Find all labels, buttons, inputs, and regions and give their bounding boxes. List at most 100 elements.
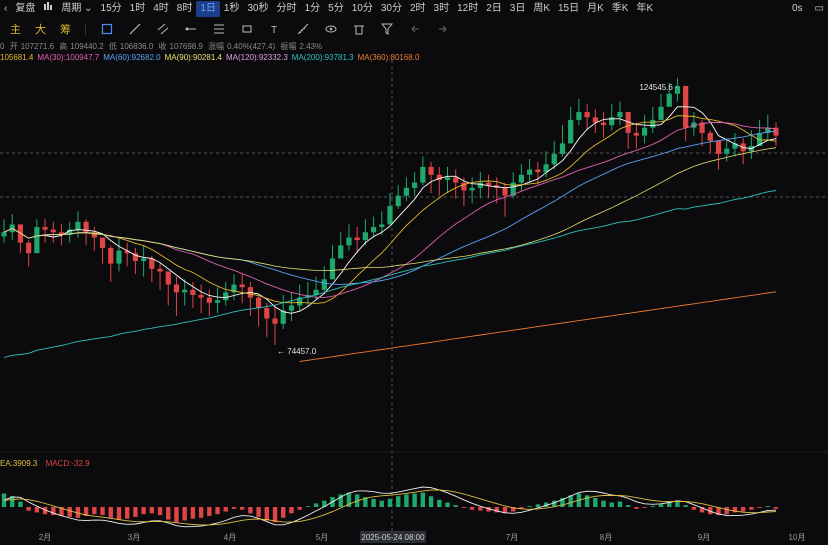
period-tab[interactable]: 15分 [97, 1, 126, 17]
period-tab[interactable]: 2时 [406, 1, 430, 17]
candle-body [444, 177, 451, 180]
back-arrow-icon[interactable]: ‹ [0, 1, 11, 17]
period-tab[interactable]: 30秒 [243, 1, 272, 17]
chip-button[interactable]: 筹 [60, 21, 71, 37]
period-tab[interactable]: 30分 [377, 1, 406, 17]
macd-bar [182, 507, 187, 521]
period-tab[interactable]: 1时 [126, 1, 150, 17]
candle-body [518, 174, 525, 183]
period-tab[interactable]: 月K [583, 1, 608, 17]
parallel-tool-icon[interactable] [156, 22, 170, 36]
fib-tool-icon[interactable] [212, 22, 226, 36]
redo-icon[interactable] [436, 22, 450, 36]
period-tab[interactable]: 3日 [506, 1, 530, 17]
period-tab[interactable]: 1秒 [220, 1, 244, 17]
big-order-button[interactable]: 大 [35, 21, 46, 37]
measure-tool-icon[interactable] [296, 22, 310, 36]
candle-body [198, 295, 204, 298]
macd-bar [461, 507, 467, 508]
period-tab[interactable]: 4时 [149, 1, 173, 17]
macd-bar [141, 507, 146, 515]
period-dropdown[interactable]: 周期 ⌄ [57, 1, 96, 17]
candle-body [354, 237, 360, 241]
macd-bar [445, 502, 450, 507]
ray-tool-icon[interactable] [184, 22, 198, 36]
candle-body [724, 148, 730, 154]
candle-body [99, 237, 106, 248]
macd-bar [207, 507, 212, 516]
period-tab[interactable]: 1分 [301, 1, 325, 17]
period-tab[interactable]: 周K [529, 1, 554, 17]
period-tabs: 15分 1时 4时 8时 1日 1秒 30秒 分时 1分 5分 10分 30分 2时 3时 12时 2日 3日周… [97, 1, 658, 17]
macd-bar [34, 507, 40, 513]
candle-body [165, 271, 171, 285]
macd-bar [116, 507, 122, 520]
period-tab[interactable]: 12时 [453, 1, 482, 17]
trash-icon[interactable] [352, 22, 366, 36]
main-indicator-button[interactable]: 主 [10, 21, 21, 37]
period-tab[interactable]: 2日 [482, 1, 506, 17]
candle-body [469, 187, 475, 191]
period-tab[interactable]: 8时 [173, 1, 197, 17]
candle-body [206, 297, 212, 303]
candle-body [272, 318, 278, 324]
period-tab[interactable]: 分时 [273, 1, 301, 17]
macd-bar [272, 507, 278, 523]
candle-body [715, 140, 722, 154]
candle-body [1, 232, 7, 237]
macd-bar [281, 507, 286, 518]
candle-body [370, 227, 377, 233]
candle-body [190, 289, 196, 295]
price-chart[interactable]: 124545.6 · ← 74457.0 2月 3月 4月 5月 7月 8月 9月 10月 2025… [0, 40, 828, 545]
period-tab[interactable]: 5分 [324, 1, 348, 17]
candle-body [477, 182, 483, 188]
candle-body [617, 112, 623, 118]
toolbar: 主 大 筹 T [0, 20, 828, 38]
candle-body [173, 284, 180, 293]
macd-bar [396, 496, 401, 507]
macd-bar [92, 507, 97, 515]
candle-body [453, 177, 459, 183]
replay-button[interactable]: 复盘 [11, 1, 39, 17]
text-tool-icon[interactable]: T [268, 22, 282, 36]
filter-icon[interactable] [380, 22, 394, 36]
period-bar: ‹ 复盘 周期 ⌄ 15分 1时 4时 8时 1日 1秒 30秒 分时 1分 5分 10分 30分 2时… [0, 0, 828, 18]
candle-body [26, 242, 32, 254]
candle-body [288, 305, 295, 311]
macd-bar [387, 498, 393, 507]
window-icon[interactable]: ▭ [815, 0, 824, 18]
macd-bar [239, 507, 245, 510]
period-dropdown-label: 周期 [61, 3, 82, 14]
eye-icon[interactable] [324, 22, 338, 36]
candle-body [108, 247, 114, 264]
macd-bar [428, 496, 434, 507]
macd-bar [108, 507, 113, 518]
period-tab[interactable]: 10分 [348, 1, 377, 17]
candle-body [412, 182, 418, 188]
chart-style-icon[interactable] [39, 1, 57, 17]
rect-tool-icon[interactable] [240, 22, 254, 36]
chevron-down-icon: ⌄ [84, 3, 93, 14]
period-tab[interactable]: 15日 [554, 1, 583, 17]
period-tab[interactable]: 年K [632, 1, 657, 17]
macd-bar [166, 507, 171, 520]
period-tab[interactable]: 3时 [430, 1, 454, 17]
period-tab[interactable]: 1日 [196, 1, 220, 17]
x-axis-label: 8月 [600, 533, 612, 542]
select-tool-icon[interactable] [100, 22, 114, 36]
macd-bar [100, 507, 105, 516]
line-tool-icon[interactable] [128, 22, 142, 36]
macd-bar [412, 493, 417, 507]
macd-bar [133, 507, 138, 517]
period-tab[interactable]: 季K [608, 1, 633, 17]
macd-bar [313, 503, 319, 507]
macd-bar [593, 498, 598, 507]
candle-body [346, 237, 352, 246]
candle-body [527, 169, 533, 175]
high-annotation: 124545.6 · [639, 83, 677, 92]
macd-bar [658, 504, 664, 507]
crosshair-date-label: 2025-05-24 08:00 [361, 533, 425, 542]
undo-icon[interactable] [408, 22, 422, 36]
candle-body [641, 127, 648, 136]
macd-bar [650, 506, 656, 507]
